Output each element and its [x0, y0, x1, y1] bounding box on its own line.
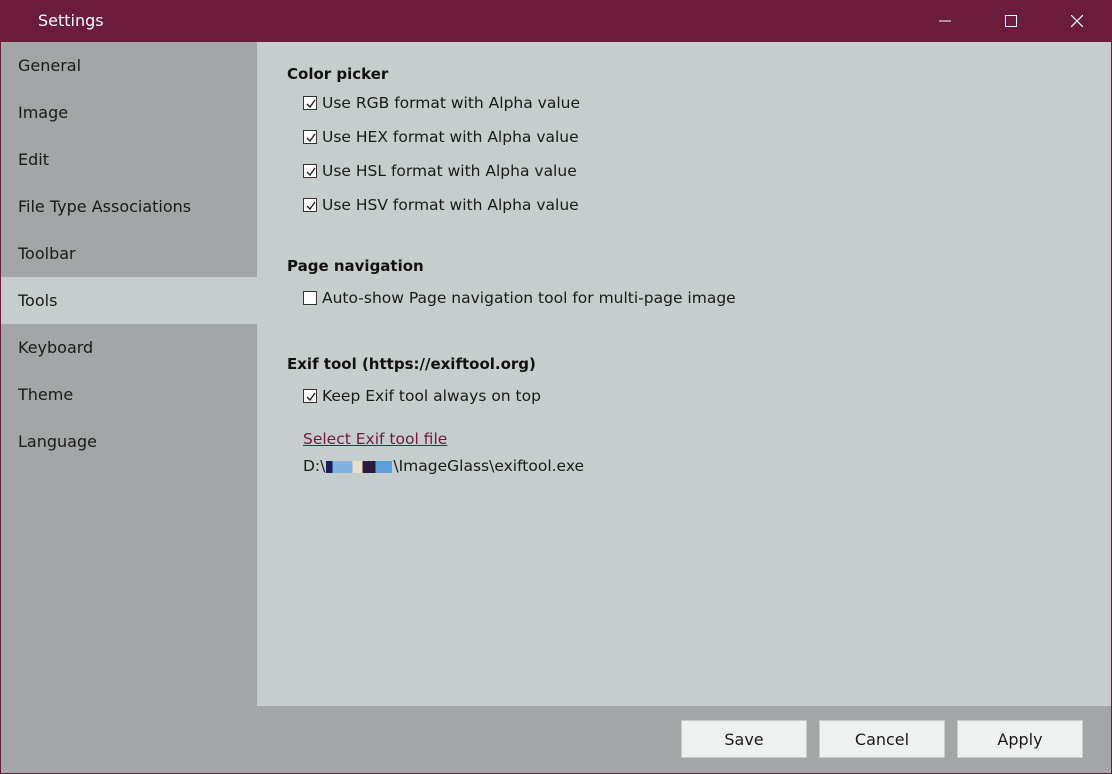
exif-tool-path: D:\ \ImageGlass\exiftool.exe [303, 457, 584, 475]
hex-alpha-checkbox[interactable]: Use HEX format with Alpha value [303, 126, 579, 148]
redacted-path-segment [326, 460, 393, 473]
settings-sidebar: General Image Edit File Type Association… [1, 42, 257, 773]
sidebar-item-toolbar[interactable]: Toolbar [1, 230, 257, 277]
hsv-alpha-checkbox[interactable]: Use HSV format with Alpha value [303, 194, 579, 216]
exif-tool-heading: Exif tool (https://exiftool.org) [287, 355, 536, 373]
hsl-alpha-label: Use HSL format with Alpha value [322, 162, 577, 180]
cancel-button[interactable]: Cancel [819, 720, 945, 758]
hsv-alpha-label: Use HSV format with Alpha value [322, 196, 579, 214]
close-icon [1071, 15, 1083, 27]
dialog-footer: Save Cancel Apply [257, 706, 1111, 773]
window-title: Settings [38, 11, 104, 30]
sidebar-item-theme[interactable]: Theme [1, 371, 257, 418]
rgb-alpha-label: Use RGB format with Alpha value [322, 94, 581, 112]
color-picker-heading: Color picker [287, 65, 389, 83]
exif-always-on-top-label: Keep Exif tool always on top [322, 387, 541, 405]
auto-show-page-nav-checkbox[interactable]: Auto-show Page navigation tool for multi… [303, 287, 736, 309]
apply-button[interactable]: Apply [957, 720, 1083, 758]
sidebar-item-tools[interactable]: Tools [1, 277, 257, 324]
checkbox-checked-icon [303, 389, 317, 403]
checkbox-unchecked-icon [303, 291, 317, 305]
select-exif-tool-link[interactable]: Select Exif tool file [303, 430, 447, 448]
save-button[interactable]: Save [681, 720, 807, 758]
checkbox-checked-icon [303, 198, 317, 212]
sidebar-item-image[interactable]: Image [1, 89, 257, 136]
maximize-icon [1005, 15, 1017, 27]
minimize-icon [939, 20, 951, 22]
sidebar-item-general[interactable]: General [1, 42, 257, 89]
exif-path-suffix: \ImageGlass\exiftool.exe [393, 457, 585, 475]
sidebar-item-file-type-associations[interactable]: File Type Associations [1, 183, 257, 230]
settings-window: Settings General Image Edit File Type As… [0, 0, 1112, 774]
page-navigation-heading: Page navigation [287, 257, 424, 275]
hsl-alpha-checkbox[interactable]: Use HSL format with Alpha value [303, 160, 577, 182]
maximize-button[interactable] [988, 0, 1034, 42]
checkbox-checked-icon [303, 130, 317, 144]
sidebar-item-language[interactable]: Language [1, 418, 257, 465]
sidebar-item-edit[interactable]: Edit [1, 136, 257, 183]
auto-show-page-nav-label: Auto-show Page navigation tool for multi… [322, 289, 736, 307]
exif-always-on-top-checkbox[interactable]: Keep Exif tool always on top [303, 385, 541, 407]
checkbox-checked-icon [303, 96, 317, 110]
title-bar: Settings [0, 0, 1112, 42]
checkbox-checked-icon [303, 164, 317, 178]
rgb-alpha-checkbox[interactable]: Use RGB format with Alpha value [303, 92, 580, 114]
hex-alpha-label: Use HEX format with Alpha value [322, 128, 579, 146]
exif-path-prefix: D:\ [303, 457, 326, 475]
close-button[interactable] [1054, 0, 1100, 42]
minimize-button[interactable] [922, 0, 968, 42]
sidebar-item-keyboard[interactable]: Keyboard [1, 324, 257, 371]
tools-settings-panel: Color picker Use RGB format with Alpha v… [257, 42, 1111, 706]
